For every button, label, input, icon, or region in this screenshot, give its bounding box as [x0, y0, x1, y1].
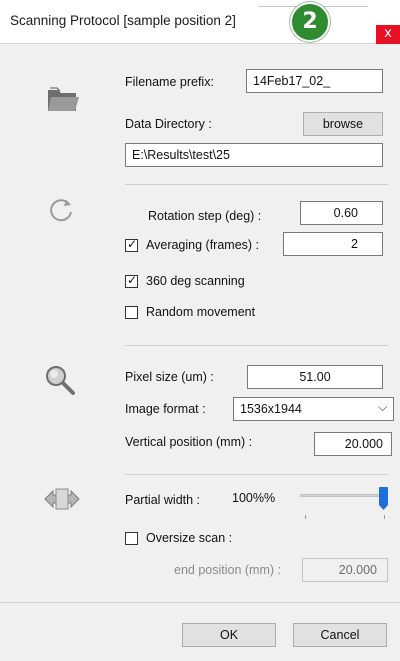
partial-width-value: 100%% — [232, 491, 276, 505]
random-movement-checkbox[interactable] — [125, 306, 138, 319]
rotation-step-input[interactable] — [300, 201, 383, 225]
averaging-input[interactable] — [283, 232, 383, 256]
footer-divider — [0, 602, 400, 603]
oversize-scan-label: Oversize scan : — [146, 531, 233, 545]
magnifier-icon — [46, 366, 75, 395]
section-divider — [125, 345, 388, 346]
partial-width-slider-track[interactable] — [300, 494, 388, 497]
scanning-protocol-dialog: Scanning Protocol [sample position 2] 2 … — [0, 0, 400, 661]
browse-button[interactable]: browse — [303, 112, 383, 136]
title-bar: Scanning Protocol [sample position 2] 2 … — [0, 0, 400, 44]
slider-tick — [305, 515, 306, 519]
scan360-checkbox[interactable]: ✓ — [125, 273, 138, 288]
horizontal-arrows-icon — [44, 488, 80, 510]
averaging-checkbox[interactable]: ✓ — [125, 237, 138, 252]
image-format-select[interactable]: 1536x1944 — [233, 397, 394, 421]
section-divider — [125, 474, 388, 475]
end-position-label: end position (mm) : — [174, 563, 281, 577]
checkmark-icon: ✓ — [127, 237, 138, 251]
window-title: Scanning Protocol [sample position 2] — [10, 13, 236, 28]
chevron-down-icon[interactable]: ⌵ — [378, 400, 387, 415]
image-format-value: 1536x1944 — [240, 402, 302, 416]
scan360-label: 360 deg scanning — [146, 274, 245, 288]
pixel-size-input[interactable] — [247, 365, 383, 389]
data-directory-label: Data Directory : — [125, 117, 212, 131]
cancel-button[interactable]: Cancel — [293, 623, 387, 647]
image-format-label: Image format : — [125, 402, 206, 416]
close-button[interactable]: x — [376, 25, 400, 44]
partial-width-label: Partial width : — [125, 493, 201, 507]
end-position-input — [302, 558, 388, 582]
random-movement-label: Random movement — [146, 305, 256, 319]
pixel-size-label: Pixel size (um) : — [125, 370, 214, 384]
folder-open-icon — [48, 87, 79, 111]
section-divider — [125, 184, 388, 185]
checkmark-icon: ✓ — [127, 273, 138, 287]
vertical-position-label: Vertical position (mm) : — [125, 435, 253, 449]
step-badge: 2 — [290, 2, 330, 42]
vertical-position-input[interactable] — [314, 432, 392, 456]
oversize-scan-checkbox[interactable] — [125, 532, 138, 545]
averaging-label: Averaging (frames) : — [146, 238, 260, 252]
rotate-icon — [50, 199, 72, 222]
slider-tick — [384, 515, 385, 519]
data-directory-input[interactable] — [125, 143, 383, 167]
ok-button[interactable]: OK — [182, 623, 276, 647]
filename-prefix-label: Filename prefix: — [125, 75, 214, 89]
filename-prefix-input[interactable] — [246, 69, 383, 93]
slider-thumb-tip — [379, 505, 388, 510]
partial-width-slider-thumb[interactable] — [379, 487, 388, 505]
rotation-step-label: Rotation step (deg) : — [148, 209, 262, 223]
